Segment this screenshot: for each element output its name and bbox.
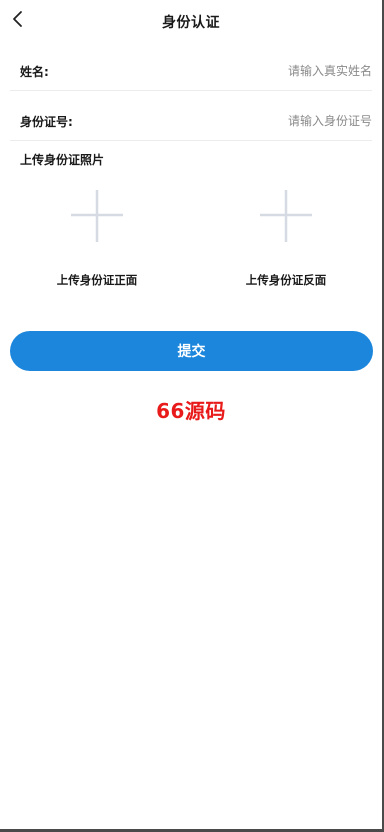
- divider: [10, 140, 372, 141]
- name-input[interactable]: [142, 57, 372, 85]
- name-row: 姓名:: [10, 51, 372, 91]
- upload-section-title: 上传身份证照片: [20, 153, 105, 167]
- upload-front-button[interactable]: [42, 186, 152, 246]
- app-frame: 身份认证 姓名: 身份证号: 上传身份证照片 上传身份证正面 上传身份证反面 提…: [0, 0, 384, 832]
- upload-back-button[interactable]: [231, 186, 341, 246]
- name-label: 姓名:: [20, 65, 49, 79]
- divider: [10, 90, 372, 91]
- plus-icon: [71, 190, 123, 242]
- upload-back-label: 上传身份证反面: [245, 273, 327, 287]
- id-number-label: 身份证号:: [20, 115, 73, 129]
- submit-button[interactable]: 提交: [10, 331, 373, 371]
- id-number-input[interactable]: [142, 107, 372, 135]
- plus-icon: [260, 190, 312, 242]
- header: 身份认证: [0, 0, 382, 44]
- page-title: 身份认证: [162, 15, 220, 31]
- upload-front-label: 上传身份证正面: [56, 273, 138, 287]
- id-number-row: 身份证号:: [10, 101, 372, 141]
- watermark-text: 66源码: [156, 399, 226, 423]
